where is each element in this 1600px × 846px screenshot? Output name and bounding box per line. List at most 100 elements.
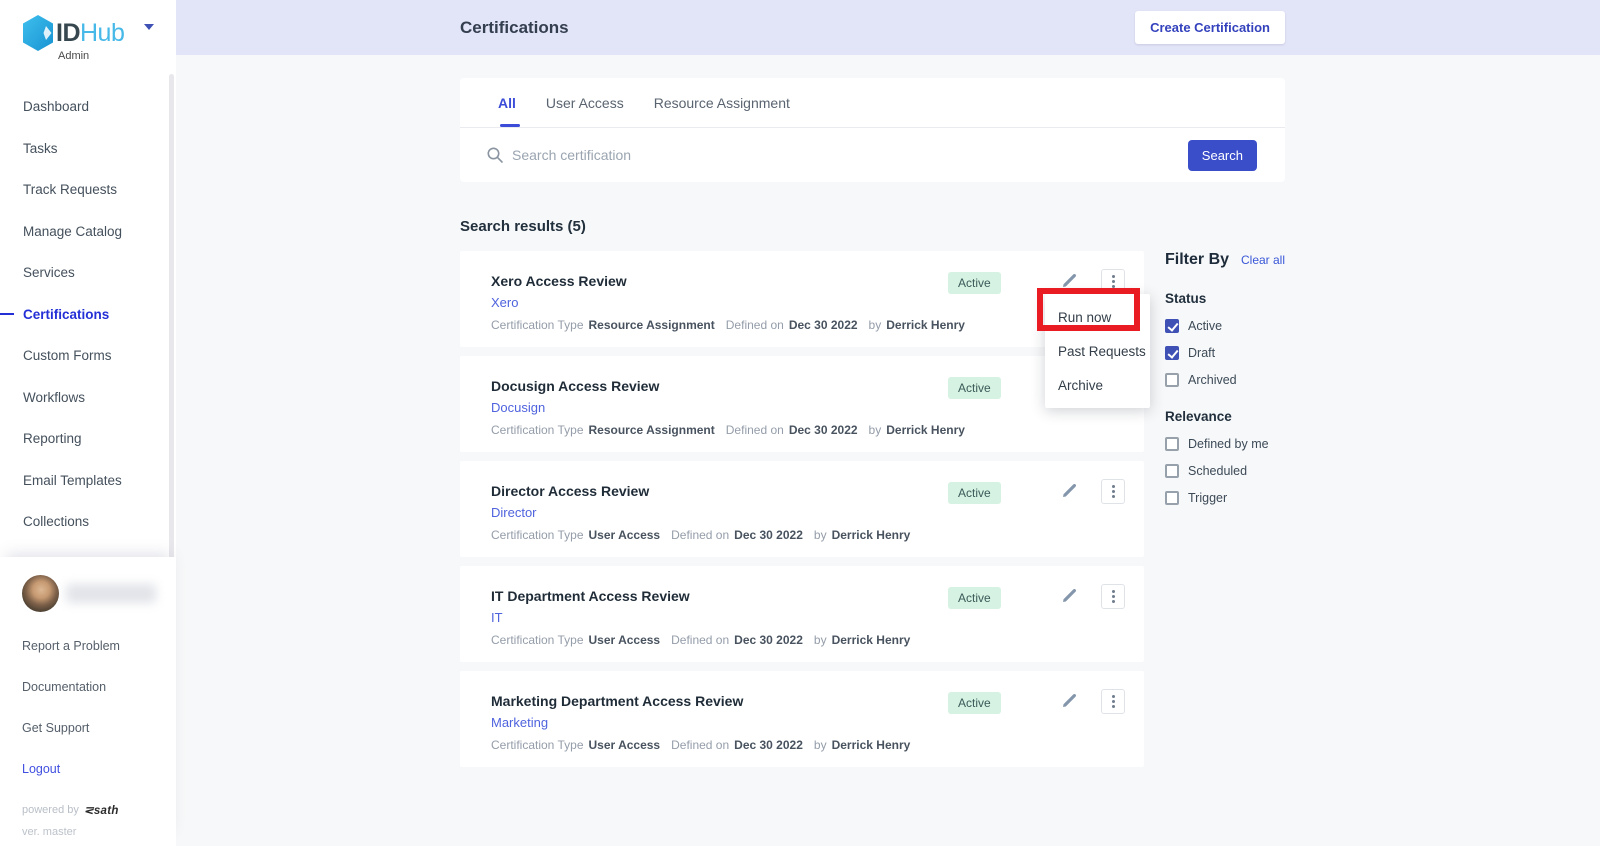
filter-option[interactable]: Trigger [1165, 491, 1285, 505]
checkbox[interactable] [1165, 437, 1179, 451]
brand-hub: Hub [80, 19, 124, 47]
certification-title: IT Department Access Review [491, 588, 1144, 604]
certification-target-link[interactable]: IT [491, 610, 503, 625]
search-button[interactable]: Search [1188, 140, 1257, 171]
search-input[interactable] [512, 147, 1188, 163]
results-list: Xero Access Review Xero Certification Ty… [460, 251, 1144, 767]
type-label: Certification Type [491, 528, 584, 542]
status-badge: Active [948, 482, 1001, 504]
filter-option-label: Active [1188, 319, 1222, 333]
filter-option[interactable]: Defined by me [1165, 437, 1285, 451]
more-options-button[interactable] [1101, 689, 1125, 714]
certification-card: Marketing Department Access Review Marke… [460, 671, 1144, 767]
sidebar: IDHub Admin Dashboard Tasks Track Reques… [0, 0, 176, 846]
results-and-filter: Xero Access Review Xero Certification Ty… [460, 251, 1285, 767]
sidebar-footer-link[interactable]: Get Support [22, 721, 176, 735]
edit-button[interactable] [1058, 481, 1080, 503]
defined-date: Dec 30 2022 [734, 738, 803, 752]
author-name: Derrick Henry [832, 738, 911, 752]
sidebar-item-label: Collections [23, 514, 89, 529]
idhub-logo-icon [20, 14, 56, 52]
brand-text: IDHub [56, 14, 124, 52]
filter-panel: Filter By Clear all Status Active Draft [1165, 251, 1285, 505]
filter-option[interactable]: Active [1165, 319, 1285, 333]
context-menu-item[interactable]: Archive [1045, 368, 1150, 402]
certification-target-link[interactable]: Marketing [491, 715, 548, 730]
sidebar-item[interactable]: Email Templates [0, 460, 176, 502]
tab[interactable]: Resource Assignment [654, 78, 790, 127]
more-options-button[interactable] [1101, 269, 1125, 294]
tabs: All User Access Resource Assignment [460, 78, 1285, 128]
clear-all-link[interactable]: Clear all [1241, 253, 1285, 267]
sidebar-item[interactable]: Custom Forms [0, 335, 176, 377]
certification-target-link[interactable]: Director [491, 505, 537, 520]
filter-section-status: Status [1165, 291, 1285, 306]
sidebar-item[interactable]: Dashboard [0, 86, 176, 128]
edit-button[interactable] [1058, 271, 1080, 293]
sidebar-scrollbar[interactable] [169, 74, 174, 566]
certification-card: IT Department Access Review IT Certifica… [460, 566, 1144, 662]
defined-date: Dec 30 2022 [734, 528, 803, 542]
tab[interactable]: All [498, 78, 516, 127]
sidebar-nav: Dashboard Tasks Track Requests Manage Ca… [0, 86, 176, 584]
powered-by: powered by ⋜sath [22, 803, 176, 817]
defined-label: Defined on [671, 528, 729, 542]
sidebar-item[interactable]: Track Requests [0, 169, 176, 211]
type-label: Certification Type [491, 423, 584, 437]
context-menu-item[interactable]: Run now [1045, 300, 1150, 334]
certification-target-link[interactable]: Docusign [491, 400, 545, 415]
sidebar-footer-link[interactable]: Report a Problem [22, 639, 176, 653]
checkbox[interactable] [1165, 346, 1179, 360]
checkbox[interactable] [1165, 319, 1179, 333]
defined-label: Defined on [726, 318, 784, 332]
filter-option[interactable]: Archived [1165, 373, 1285, 387]
sidebar-item[interactable]: Manage Catalog [0, 211, 176, 253]
filter-option[interactable]: Scheduled [1165, 464, 1285, 478]
sidebar-item[interactable]: Reporting [0, 418, 176, 460]
sidebar-item-label: Services [23, 265, 75, 280]
tab[interactable]: User Access [546, 78, 624, 127]
workspace-caret-icon[interactable] [144, 24, 154, 30]
sidebar-item-label: Manage Catalog [23, 224, 122, 239]
status-badge: Active [948, 587, 1001, 609]
user-avatar[interactable] [22, 575, 59, 612]
logout-link[interactable]: Logout [22, 762, 176, 776]
checkbox[interactable] [1165, 464, 1179, 478]
author-name: Derrick Henry [886, 423, 965, 437]
filter-option[interactable]: Draft [1165, 346, 1285, 360]
certification-title: Director Access Review [491, 483, 1144, 499]
sidebar-item[interactable]: Tasks [0, 128, 176, 170]
sidebar-item[interactable]: Collections [0, 501, 176, 543]
more-options-button[interactable] [1101, 584, 1125, 609]
context-menu: Run now Past Requests Archive [1045, 294, 1150, 408]
by-label: by [814, 633, 827, 647]
search-card: All User Access Resource Assignment Sear… [460, 78, 1285, 182]
sidebar-item-label: Dashboard [23, 99, 89, 114]
tab-label: Resource Assignment [654, 95, 790, 111]
certification-card: Docusign Access Review Docusign Certific… [460, 356, 1144, 452]
sidebar-item[interactable]: Workflows [0, 377, 176, 419]
version-label: ver. master [22, 826, 176, 838]
search-bar: Search [460, 128, 1285, 182]
kebab-icon [1112, 590, 1115, 593]
active-indicator [0, 313, 14, 315]
sidebar-footer-link[interactable]: Documentation [22, 680, 176, 694]
kebab-icon [1112, 695, 1115, 698]
sidebar-item[interactable]: Certifications [0, 294, 176, 336]
context-menu-item[interactable]: Past Requests [1045, 334, 1150, 368]
pencil-icon [1060, 691, 1079, 710]
filter-option-label: Archived [1188, 373, 1237, 387]
create-certification-button[interactable]: Create Certification [1135, 11, 1285, 44]
edit-button[interactable] [1058, 691, 1080, 713]
sidebar-item[interactable]: Services [0, 252, 176, 294]
filter-option-label: Defined by me [1188, 437, 1269, 451]
filter-option-label: Trigger [1188, 491, 1227, 505]
checkbox[interactable] [1165, 491, 1179, 505]
certification-target-link[interactable]: Xero [491, 295, 518, 310]
checkbox[interactable] [1165, 373, 1179, 387]
tab-label: User Access [546, 95, 624, 111]
more-options-button[interactable] [1101, 479, 1125, 504]
user-name-redacted [66, 584, 156, 603]
edit-button[interactable] [1058, 586, 1080, 608]
filter-section-relevance: Relevance [1165, 409, 1285, 424]
